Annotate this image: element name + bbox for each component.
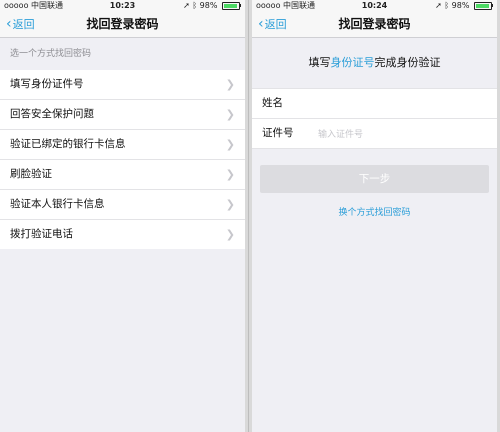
battery-fill — [224, 3, 237, 8]
switch-method-link[interactable]: 换个方式找回密码 — [252, 205, 497, 218]
status-right: ➚ ᛒ 98% — [435, 0, 493, 12]
bluetooth-icon: ᛒ — [444, 1, 450, 10]
chevron-right-icon: ❯ — [225, 138, 235, 151]
app-root: ooooo 中国联通 10:23 ➚ ᛒ 98% ‹返回 找回登录密码 选一个方… — [0, 0, 500, 432]
list-item[interactable]: 验证已绑定的银行卡信息 ❯ — [0, 130, 245, 160]
name-input[interactable] — [316, 89, 489, 120]
battery-tip — [240, 4, 241, 7]
section-hint: 选一个方式找回密码 — [10, 49, 92, 59]
heading-suffix: 完成身份验证 — [374, 56, 441, 69]
nav-bar: ‹返回 找回登录密码 — [0, 12, 245, 38]
battery-icon — [222, 1, 240, 10]
chevron-right-icon: ❯ — [225, 168, 235, 181]
status-bar: ooooo 中国联通 10:23 ➚ ᛒ 98% — [0, 0, 245, 12]
list-item[interactable]: 刷脸验证 ❯ — [0, 160, 245, 190]
status-right: ➚ ᛒ 98% — [183, 0, 241, 12]
page-title: 找回登录密码 — [338, 17, 411, 31]
method-list: 填写身份证件号 ❯ 回答安全保护问题 ❯ 验证已绑定的银行卡信息 ❯ 刷脸验证 … — [0, 70, 245, 249]
list-item[interactable]: 回答安全保护问题 ❯ — [0, 100, 245, 130]
heading-highlight: 身份证号 — [330, 56, 375, 69]
chevron-right-icon: ❯ — [225, 108, 235, 121]
battery-tip — [492, 4, 493, 7]
heading-prefix: 填写 — [308, 56, 331, 69]
form-heading: 填写身份证号完成身份验证 — [252, 38, 497, 88]
next-button[interactable]: 下一步 — [260, 165, 489, 193]
left-screen: ooooo 中国联通 10:23 ➚ ᛒ 98% ‹返回 找回登录密码 选一个方… — [0, 0, 245, 432]
list-item[interactable]: 填写身份证件号 ❯ — [0, 70, 245, 100]
name-row: 姓名 — [252, 89, 497, 120]
nav-bar: ‹返回 找回登录密码 — [252, 12, 497, 38]
battery-percent: 98% — [451, 1, 470, 10]
battery-percent: 98% — [199, 1, 218, 10]
status-bar: ooooo 中国联通 10:24 ➚ ᛒ 98% — [252, 0, 497, 12]
list-item-label: 验证已绑定的银行卡信息 — [10, 138, 126, 150]
battery-fill — [476, 3, 489, 8]
battery-icon — [474, 1, 492, 10]
screen-divider — [245, 0, 252, 432]
id-row: 证件号 — [252, 118, 497, 150]
list-item[interactable]: 拨打验证电话 ❯ — [0, 220, 245, 249]
bluetooth-icon: ᛒ — [192, 1, 198, 10]
chevron-right-icon: ❯ — [225, 198, 235, 211]
location-icon: ➚ — [183, 1, 190, 10]
id-number-input[interactable] — [316, 119, 489, 150]
name-label: 姓名 — [262, 97, 283, 109]
list-item[interactable]: 验证本人银行卡信息 ❯ — [0, 190, 245, 220]
list-item-label: 回答安全保护问题 — [10, 108, 94, 120]
chevron-right-icon: ❯ — [225, 228, 235, 241]
location-icon: ➚ — [435, 1, 442, 10]
list-item-label: 刷脸验证 — [10, 168, 52, 180]
right-screen: ooooo 中国联通 10:24 ➚ ᛒ 98% ‹返回 找回登录密码 填写身份… — [252, 0, 497, 432]
id-label: 证件号 — [262, 127, 294, 139]
page-title: 找回登录密码 — [86, 17, 159, 31]
list-item-label: 填写身份证件号 — [10, 78, 84, 90]
identity-form: 姓名 证件号 — [252, 88, 497, 150]
list-item-label: 拨打验证电话 — [10, 228, 73, 240]
chevron-right-icon: ❯ — [225, 78, 235, 91]
list-item-label: 验证本人银行卡信息 — [10, 198, 105, 210]
